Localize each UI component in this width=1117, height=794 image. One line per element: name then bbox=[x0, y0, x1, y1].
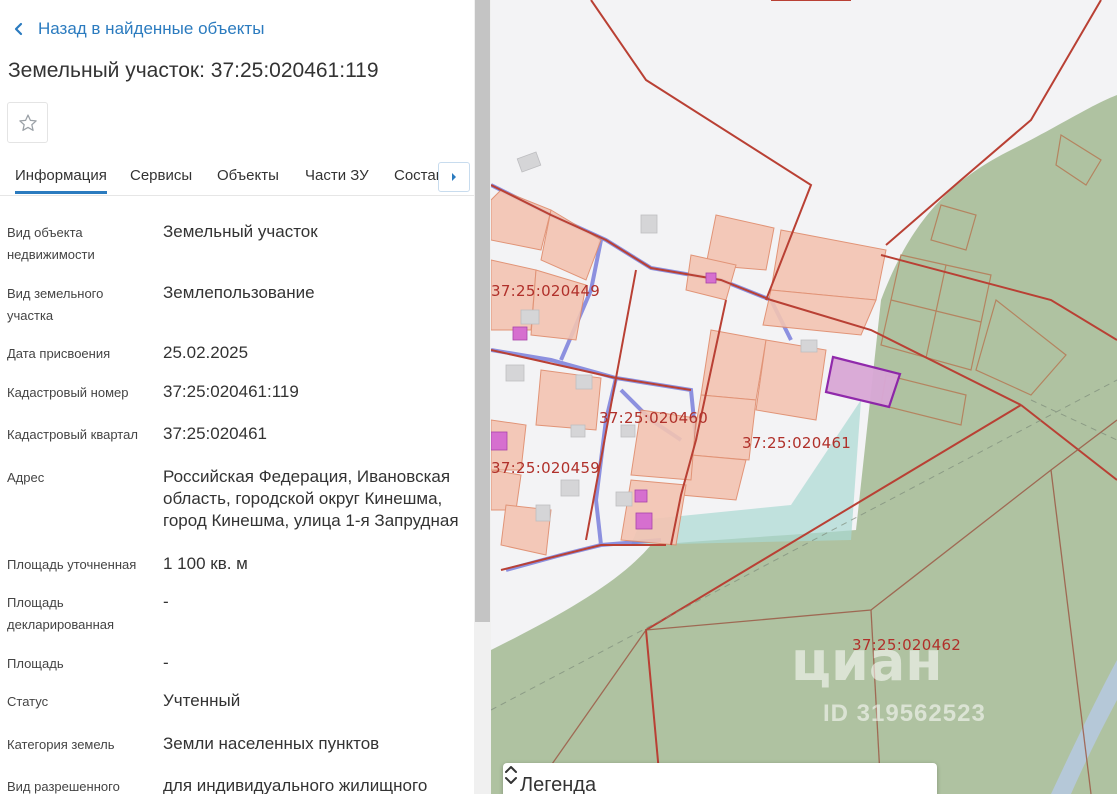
info-value: 37:25:020461:119 bbox=[163, 382, 299, 401]
info-value: Земли населенных пунктов bbox=[163, 734, 380, 753]
tab-information[interactable]: Информация bbox=[15, 167, 107, 194]
tab-parts[interactable]: Части ЗУ bbox=[305, 167, 369, 184]
chevron-left-icon bbox=[14, 22, 23, 36]
scrollbar-thumb[interactable] bbox=[475, 0, 490, 622]
quarter-label: 37:25:020449 bbox=[491, 282, 601, 300]
info-label: Статус bbox=[7, 694, 49, 709]
info-value: 1 100 кв. м bbox=[163, 554, 248, 573]
tabs-scroll-right-button[interactable] bbox=[438, 162, 470, 192]
tab-bar: Информация Сервисы Объекты Части ЗУ Сост… bbox=[0, 160, 474, 196]
watermark: циан ID 319562523 bbox=[791, 630, 985, 727]
info-label: Вид объекта недвижимости bbox=[7, 225, 95, 262]
info-label: Вид земельного участка bbox=[7, 286, 104, 323]
info-value: Российская Федерация, Ивановская область… bbox=[163, 467, 459, 530]
favorite-button[interactable] bbox=[7, 102, 48, 143]
info-value: 37:25:020461 bbox=[163, 424, 267, 443]
info-value: Учтенный bbox=[163, 691, 241, 710]
back-link-label: Назад в найденные объекты bbox=[38, 19, 265, 38]
legend-title: Легенда bbox=[520, 774, 597, 794]
info-label: Кадастровый квартал bbox=[7, 427, 138, 442]
cadastral-map[interactable]: 37:25:020449 37:25:020460 37:25:020461 3… bbox=[491, 0, 1117, 794]
watermark-id: ID 319562523 bbox=[823, 700, 986, 727]
info-value: 25.02.2025 bbox=[163, 343, 249, 362]
legend-panel[interactable]: Легенда bbox=[503, 763, 937, 794]
tab-composition[interactable]: Состав bbox=[394, 167, 444, 184]
info-value: Землепользование bbox=[163, 283, 315, 302]
chevron-up-down-icon[interactable] bbox=[503, 763, 519, 787]
tab-objects[interactable]: Объекты bbox=[217, 167, 279, 184]
info-panel: Назад в найденные объекты Земельный учас… bbox=[0, 0, 474, 794]
quarter-label: 37:25:020461 bbox=[742, 434, 852, 452]
info-value: - bbox=[163, 592, 169, 611]
quarter-label: 37:25:020460 bbox=[599, 409, 709, 427]
star-outline-icon bbox=[18, 113, 37, 131]
info-label: Дата присвоения bbox=[7, 346, 111, 361]
info-label: Площадь bbox=[7, 656, 64, 671]
info-label: Вид разрешенного bbox=[7, 779, 120, 794]
quarter-label: 37:25:020459 bbox=[491, 459, 601, 477]
arrow-right-icon bbox=[452, 173, 456, 181]
info-label: Категория земель bbox=[7, 737, 115, 752]
info-value: Земельный участок bbox=[163, 222, 318, 241]
info-label: Адрес bbox=[7, 470, 45, 485]
panel-scrollbar[interactable] bbox=[474, 0, 491, 794]
info-label: Площадь уточненная bbox=[7, 557, 137, 572]
info-label: Кадастровый номер bbox=[7, 385, 129, 400]
back-link[interactable]: Назад в найденные объекты bbox=[12, 19, 264, 39]
watermark-brand: циан bbox=[791, 630, 943, 693]
info-value: - bbox=[163, 653, 169, 672]
info-label: Площадь декларированная bbox=[7, 595, 115, 632]
tab-services[interactable]: Сервисы bbox=[130, 167, 192, 184]
info-value: для индивидуального жилищного bbox=[163, 776, 428, 794]
page-title: Земельный участок: 37:25:020461:119 bbox=[8, 59, 379, 82]
